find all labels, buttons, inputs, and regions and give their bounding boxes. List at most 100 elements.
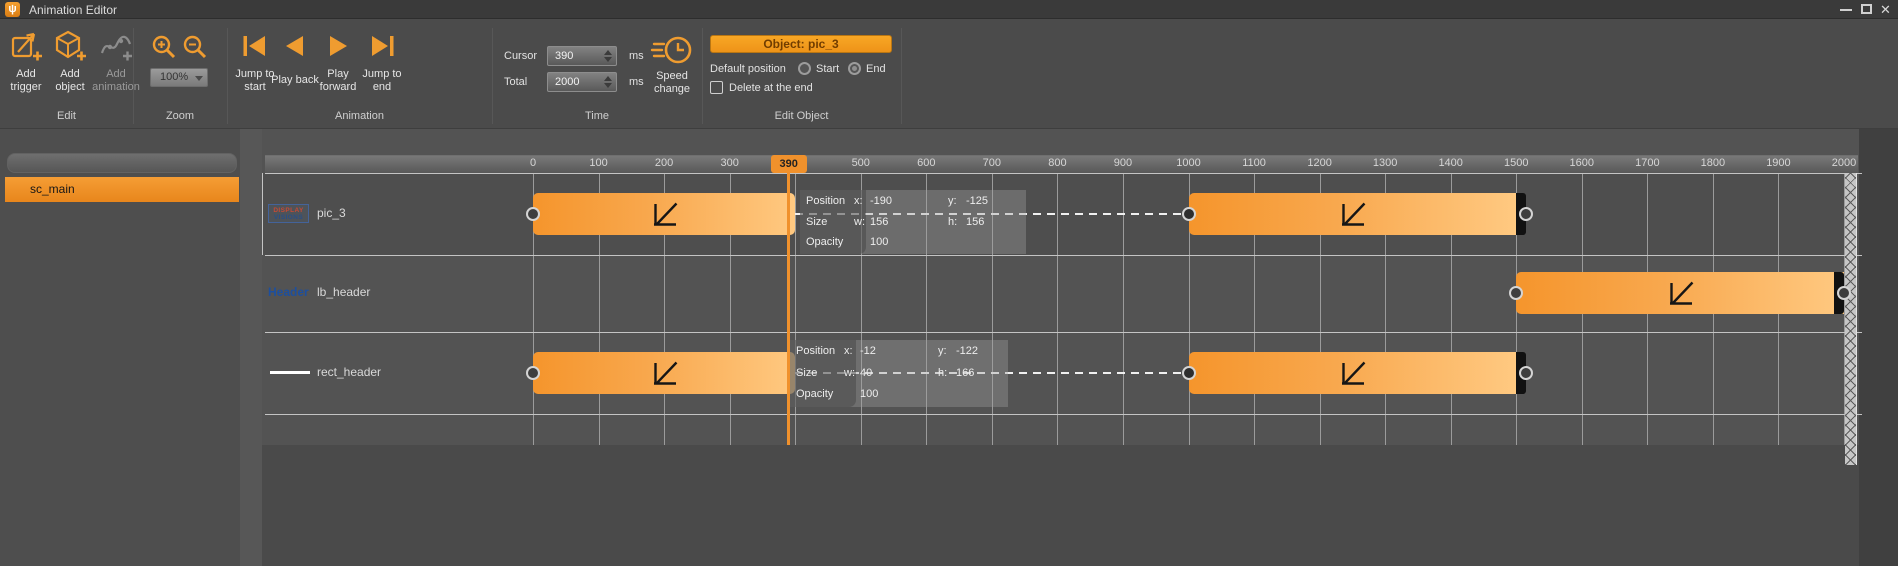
overlay-value: h: — [938, 363, 947, 384]
object-values-overlay: Positionx:-12y:-122Sizew:40h:166Opacity1… — [790, 340, 1008, 407]
keyframe-handle[interactable] — [1182, 366, 1196, 380]
animation-bar[interactable] — [533, 193, 795, 235]
delete-at-end-label[interactable]: Delete at the end — [729, 82, 813, 94]
jump-to-end-icon — [369, 35, 395, 57]
keyframe-handle[interactable] — [526, 207, 540, 221]
jump-to-end-button[interactable]: Jump toend — [357, 27, 407, 94]
jump-to-start-icon — [242, 35, 268, 57]
add-trigger-button[interactable]: Addtrigger — [4, 27, 48, 94]
overlay-value: Position — [806, 191, 845, 212]
scene-list-panel: sc_main — [0, 129, 240, 566]
animation-bar[interactable] — [1516, 272, 1844, 314]
play-forward-button[interactable]: Playforward — [313, 27, 363, 94]
ribbon-group-edit: Addtrigger Addobject Addanimation Edit — [0, 19, 133, 129]
cursor-time-value: 390 — [555, 50, 573, 62]
track-name: pic_3 — [317, 206, 346, 220]
cursor-line[interactable] — [787, 173, 790, 445]
minimize-button[interactable] — [1840, 9, 1852, 11]
overlay-row: Positionx:-190y:-125 — [800, 191, 1026, 212]
move-animation-icon — [1663, 276, 1697, 310]
keyframe-handle[interactable] — [1837, 286, 1851, 300]
ruler-tick-label: 1900 — [1756, 157, 1800, 169]
overlay-value: -12 — [860, 341, 876, 362]
radio-start[interactable] — [798, 62, 811, 75]
ribbon-group-time: Cursor 390 ms Total 2000 ms Speedchange … — [492, 19, 702, 129]
overlay-value: 156 — [966, 212, 984, 233]
ruler-tick-label: 1300 — [1363, 157, 1407, 169]
window-title: Animation Editor — [29, 3, 117, 17]
group-label-time: Time — [492, 110, 702, 122]
button-label: Play — [313, 68, 363, 81]
group-label-zoom: Zoom — [133, 110, 227, 122]
zoom-out-icon[interactable] — [182, 34, 209, 61]
overlay-value: Opacity — [796, 384, 833, 405]
add-object-icon — [52, 29, 88, 63]
ruler-tick-label: 200 — [642, 157, 686, 169]
overlay-value: -190 — [870, 191, 892, 212]
panel-splitter[interactable] — [240, 129, 262, 566]
animation-editor-window: ψ Animation Editor ✕ Addtrigger — [0, 0, 1898, 566]
spinner-arrows[interactable] — [601, 74, 614, 90]
overlay-value: 100 — [870, 232, 888, 253]
add-animation-icon — [98, 29, 134, 63]
maximize-button[interactable] — [1861, 4, 1872, 14]
ribbon-group-edit-object: Object: pic_3 Default position Start End… — [702, 19, 901, 129]
selected-row-edge — [262, 173, 263, 255]
cursor-label: Cursor — [504, 50, 537, 62]
animation-bar[interactable] — [1189, 193, 1517, 235]
track-name: rect_header — [317, 365, 381, 379]
overlay-row: Sizew:156h:156 — [800, 212, 1026, 233]
scene-item-sc-main[interactable]: sc_main — [5, 177, 239, 202]
ruler-tick-label: 1700 — [1625, 157, 1669, 169]
ruler-tick-label: 100 — [577, 157, 621, 169]
app-icon: ψ — [5, 2, 20, 17]
overlay-value: w: — [854, 212, 865, 233]
button-label: change — [644, 83, 700, 96]
button-label: Speed — [644, 70, 700, 83]
keyframe-handle[interactable] — [1182, 207, 1196, 221]
speed-change-button[interactable]: Speedchange — [644, 33, 700, 96]
row-separator — [265, 332, 1862, 333]
delete-at-end-checkbox[interactable] — [710, 81, 723, 94]
ruler-tick-label: 1800 — [1691, 157, 1735, 169]
track-thumbnail-label: Header — [268, 285, 309, 299]
thumbnail-text: DISPLAY — [269, 207, 308, 214]
overlay-value: h: — [948, 212, 957, 233]
overlay-value: 166 — [956, 363, 974, 384]
thumbnail-text: VISIONS — [269, 214, 308, 221]
add-trigger-icon — [8, 29, 44, 63]
play-back-icon — [282, 35, 308, 57]
overlay-value: 40 — [860, 363, 872, 384]
cursor-time-input[interactable]: 390 — [547, 46, 617, 66]
total-time-value: 2000 — [555, 76, 579, 88]
add-object-button[interactable]: Addobject — [48, 27, 92, 94]
radio-end-label[interactable]: End — [866, 63, 886, 75]
animation-bar[interactable] — [533, 352, 795, 394]
zoom-in-icon[interactable] — [151, 34, 178, 61]
radio-end[interactable] — [848, 62, 861, 75]
object-values-overlay: Positionx:-190y:-125Sizew:156h:156Opacit… — [800, 190, 1026, 254]
animation-bar[interactable] — [1189, 352, 1517, 394]
overlay-value: Size — [806, 212, 827, 233]
radio-start-label[interactable]: Start — [816, 63, 839, 75]
ruler-tick-label: 500 — [839, 157, 883, 169]
ruler-tick-label: 2000 — [1822, 157, 1866, 169]
overlay-value: 100 — [860, 384, 878, 405]
timeline-end-hatch — [1845, 173, 1857, 465]
group-label-edit: Edit — [0, 110, 133, 122]
spinner-arrows[interactable] — [601, 48, 614, 64]
ruler-tick-label: 700 — [970, 157, 1014, 169]
button-label: end — [357, 81, 407, 94]
overlay-value: Opacity — [806, 232, 843, 253]
total-time-input[interactable]: 2000 — [547, 72, 617, 92]
cursor-tab[interactable]: 390 — [771, 155, 807, 173]
move-animation-icon — [647, 197, 681, 231]
row-separator — [265, 255, 1862, 256]
keyframe-handle[interactable] — [526, 366, 540, 380]
overlay-row: Opacity 100 — [800, 232, 1026, 253]
ms-unit-label: ms — [629, 76, 644, 88]
button-label: Add — [48, 68, 92, 81]
close-button[interactable]: ✕ — [1880, 2, 1891, 18]
move-animation-icon — [647, 356, 681, 390]
zoom-level-dropdown[interactable]: 100% — [150, 68, 208, 87]
